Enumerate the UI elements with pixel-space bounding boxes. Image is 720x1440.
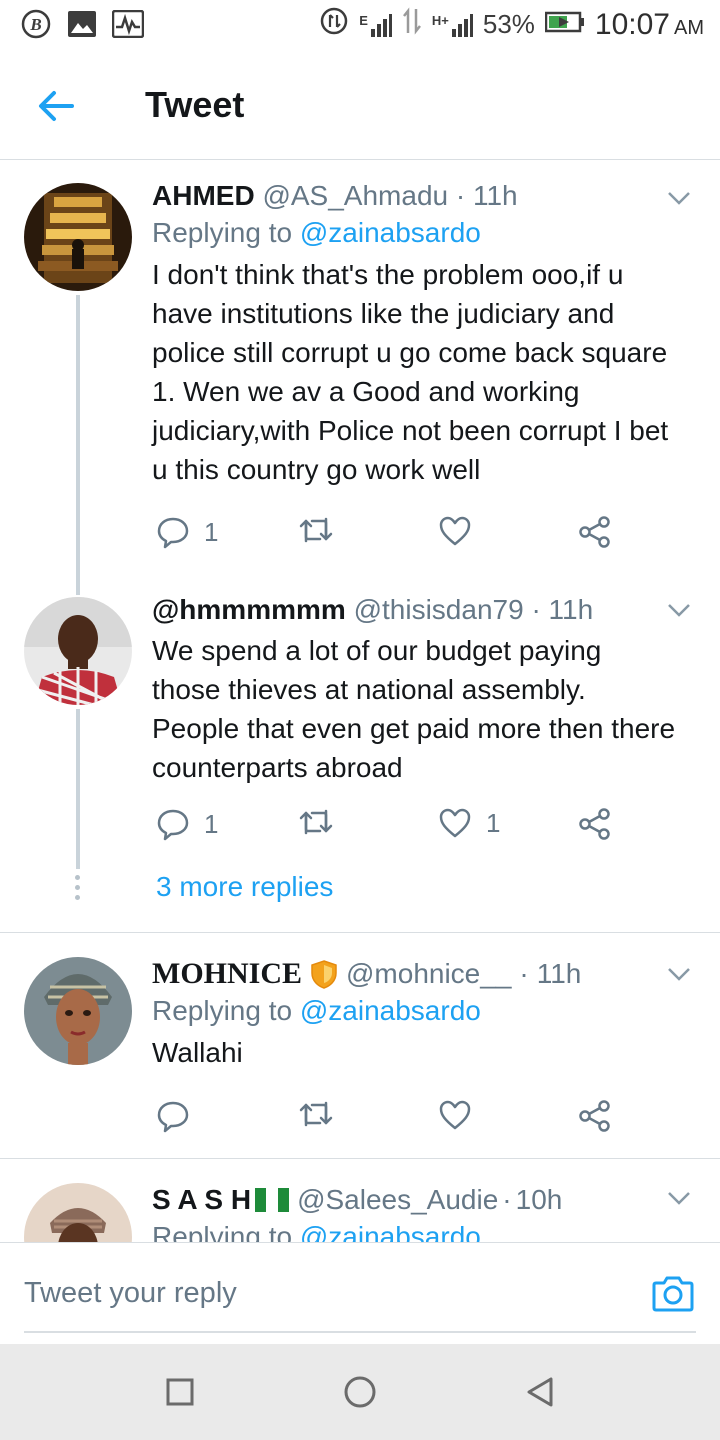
share-button[interactable] — [578, 515, 612, 549]
clock-time: 10:07 — [594, 7, 670, 41]
data-arrows-icon — [402, 7, 422, 42]
shield-icon — [311, 960, 337, 989]
user-handle[interactable]: @thisisdan79 — [354, 594, 524, 625]
camera-icon[interactable] — [652, 1273, 694, 1313]
heart-icon — [439, 808, 471, 838]
avatar[interactable] — [24, 1183, 132, 1242]
display-name[interactable]: AHMED — [152, 180, 255, 211]
tweet-sash[interactable]: S A S H @Salees_Audie · 10h Replying to … — [0, 1159, 720, 1242]
share-button[interactable] — [578, 807, 612, 841]
battery-percent: 53% — [482, 9, 535, 39]
svg-text:B: B — [29, 15, 41, 34]
display-name[interactable]: S A S H — [152, 1183, 251, 1217]
chevron-down-icon[interactable] — [664, 183, 694, 213]
reply-button[interactable]: 1 — [156, 515, 218, 549]
like-button[interactable] — [438, 1099, 486, 1131]
tweet-actions: 1 1 — [152, 807, 622, 847]
retweet-button[interactable] — [298, 807, 348, 837]
thread-line — [76, 709, 80, 869]
heart-icon — [439, 516, 471, 546]
back-button[interactable] — [30, 80, 82, 132]
reply-input[interactable]: Tweet your reply — [24, 1277, 237, 1310]
status-bar: B E H+ 53% 10:07 AM — [0, 0, 720, 50]
retweet-button[interactable] — [298, 515, 348, 545]
reply-count: 1 — [204, 808, 219, 839]
clock-ampm: AM — [674, 16, 704, 39]
tweet-time: 11h — [536, 958, 582, 989]
signal-e-icon: E — [359, 13, 392, 37]
signal-h-icon: H+ — [432, 13, 473, 37]
image-icon — [66, 8, 98, 40]
reply-icon — [157, 809, 189, 841]
activity-icon — [112, 8, 144, 40]
avatar[interactable] — [24, 957, 132, 1065]
replying-to: Replying to @zainabsardo — [152, 1217, 676, 1242]
tweet-actions — [152, 1099, 622, 1139]
retweet-icon — [299, 1101, 333, 1127]
replying-to: Replying to @zainabsardo — [152, 217, 481, 248]
retweet-icon — [299, 809, 333, 835]
tweet-time: 10h — [515, 1184, 563, 1215]
tweet-text: We spend a lot of our budget paying thos… — [152, 635, 676, 783]
reply-composer: Tweet your reply — [0, 1242, 720, 1344]
b-circle-icon: B — [20, 8, 52, 40]
circle-icon — [344, 1376, 376, 1408]
tweet-time: 11h — [472, 180, 518, 211]
replying-to-link[interactable]: @zainabsardo — [300, 217, 481, 248]
share-icon — [579, 516, 610, 548]
retweet-icon — [299, 517, 333, 543]
thread-line — [76, 295, 80, 595]
display-name[interactable]: MOHNICE — [152, 957, 302, 991]
tweet-time: 11h — [548, 594, 594, 625]
user-handle[interactable]: @Salees_Audie — [297, 1183, 498, 1217]
tweet-mohnice[interactable]: MOHNICE @mohnice__ · 11h Replying to @za… — [0, 933, 720, 1158]
home-button[interactable] — [340, 1372, 380, 1412]
back-nav-button[interactable] — [520, 1372, 560, 1412]
replying-to: Replying to @zainabsardo — [152, 995, 481, 1026]
recents-button[interactable] — [160, 1372, 200, 1412]
arrow-left-icon — [39, 91, 74, 121]
share-icon — [579, 1100, 610, 1132]
square-icon — [166, 1378, 194, 1406]
chevron-down-icon[interactable] — [664, 1183, 694, 1213]
system-nav-bar — [0, 1344, 720, 1440]
tweet-text: Wallahi — [152, 1037, 243, 1068]
chevron-down-icon[interactable] — [664, 595, 694, 625]
reply-icon — [157, 1101, 189, 1133]
user-handle[interactable]: @AS_Ahmadu — [262, 180, 448, 211]
reply-icon — [157, 517, 189, 549]
reply-button[interactable] — [156, 1099, 204, 1133]
like-button[interactable] — [438, 515, 486, 547]
page-title: Tweet — [145, 84, 245, 125]
data-saver-icon — [319, 6, 349, 43]
thread-dots — [75, 875, 81, 905]
heart-icon — [439, 1100, 471, 1130]
more-replies-link[interactable]: 3 more replies — [156, 871, 333, 903]
battery-icon — [544, 9, 585, 40]
tweet-text: I don't think that's the problem ooo,if … — [152, 259, 669, 485]
retweet-button[interactable] — [298, 1099, 348, 1129]
share-button[interactable] — [578, 1099, 612, 1133]
nigeria-flag-icon — [255, 1188, 290, 1212]
input-underline — [24, 1331, 696, 1333]
triangle-back-icon — [527, 1377, 553, 1407]
like-count: 1 — [486, 807, 501, 838]
avatar[interactable] — [24, 183, 132, 291]
like-button[interactable]: 1 — [438, 807, 500, 839]
replying-to-link[interactable]: @zainabsardo — [300, 995, 481, 1026]
tweet-ahmed[interactable]: AHMED @AS_Ahmadu · 11h Replying to @zain… — [0, 161, 720, 595]
tweet-hmmmmmm[interactable]: @hmmmmmm @thisisdan79 · 11h We spend a l… — [0, 581, 720, 931]
tweet-actions: 1 — [152, 515, 622, 555]
user-handle[interactable]: @mohnice__ — [346, 957, 511, 991]
reply-count: 1 — [204, 516, 219, 547]
share-icon — [579, 808, 610, 840]
app-header: Tweet — [0, 50, 720, 160]
reply-button[interactable]: 1 — [156, 807, 218, 841]
chevron-down-icon[interactable] — [664, 959, 694, 989]
avatar[interactable] — [24, 597, 132, 705]
replying-to-link[interactable]: @zainabsardo — [300, 1221, 481, 1242]
display-name[interactable]: @hmmmmmm — [152, 594, 346, 625]
